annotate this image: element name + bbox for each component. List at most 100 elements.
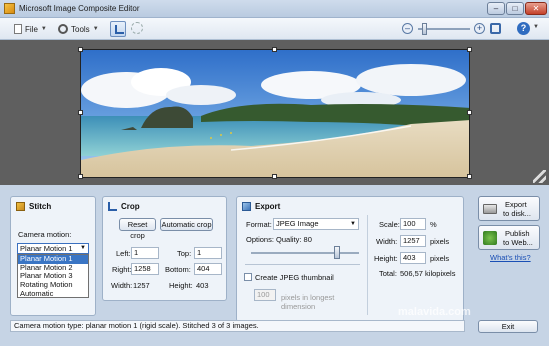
help-icon[interactable]: ? — [517, 22, 530, 35]
chevron-down-icon: ▼ — [350, 221, 356, 227]
publish-icon — [483, 231, 497, 245]
tools-menu[interactable]: Tools ▼ — [58, 22, 99, 36]
crop-handle[interactable] — [467, 174, 472, 179]
camera-motion-select[interactable]: Planar Motion 1 ▼ — [17, 243, 89, 254]
crop-height-value: 403 — [196, 281, 209, 290]
export-panel: Export Format: JPEG Image ▼ Options: Qua… — [236, 196, 464, 322]
gear-icon — [58, 24, 68, 34]
thumbnail-size-field[interactable]: 100 — [254, 289, 276, 301]
export-total-value: 506,57 kilopixels — [400, 269, 456, 278]
crop-left-field[interactable]: 1 — [131, 247, 159, 259]
thumbnail-hint-2: dimension — [281, 302, 316, 311]
tools-menu-label: Tools — [71, 24, 90, 34]
crop-handle[interactable] — [78, 47, 83, 52]
crop-width-value: 1257 — [133, 281, 150, 290]
zoom-in-button[interactable]: + — [474, 23, 485, 34]
crop-handle[interactable] — [467, 47, 472, 52]
export-scale-label: Scale: — [379, 220, 400, 229]
status-bar: Camera motion type: planar motion 1 (rig… — [10, 320, 465, 332]
publish-line2: to Web... — [503, 238, 533, 247]
crop-panel: Crop Reset crop Automatic crop Left: 1 T… — [102, 196, 227, 301]
format-select[interactable]: JPEG Image ▼ — [273, 218, 359, 230]
fit-to-window-icon[interactable] — [490, 23, 501, 34]
watermark: malavida.com — [398, 306, 471, 318]
chevron-down-icon[interactable]: ▼ — [533, 24, 539, 30]
automatic-crop-button[interactable]: Automatic crop — [160, 218, 213, 231]
thumbnail-hint-1: pixels in longest — [281, 293, 335, 302]
crop-top-field[interactable]: 1 — [194, 247, 222, 259]
divider — [245, 264, 360, 265]
crop-right-label: Right: — [112, 265, 132, 274]
file-icon — [14, 24, 22, 34]
export-total-label: Total: — [379, 269, 397, 278]
file-menu[interactable]: File ▼ — [14, 22, 47, 36]
export-icon — [242, 202, 251, 211]
divider — [367, 215, 368, 315]
format-value: JPEG Image — [276, 219, 319, 228]
camera-motion-option[interactable]: Automatic — [18, 289, 88, 299]
crop-icon — [108, 202, 117, 211]
crop-tool-button[interactable] — [110, 21, 126, 37]
crop-handle[interactable] — [78, 174, 83, 179]
panorama-graphic — [81, 50, 469, 177]
crop-top-label: Top: — [177, 249, 192, 258]
zoom-slider-thumb[interactable] — [422, 23, 427, 35]
settings-area: Stitch Camera motion: Planar Motion 1 ▼ … — [0, 185, 549, 346]
stitch-title: Stitch — [29, 202, 52, 211]
reset-crop-button[interactable]: Reset crop — [119, 218, 156, 240]
window-title: Microsoft Image Composite Editor — [19, 4, 140, 13]
camera-motion-value: Planar Motion 1 — [20, 244, 73, 253]
export-scale-field[interactable]: 100 — [400, 218, 426, 230]
disk-icon — [483, 204, 497, 214]
publish-line1: Publish — [505, 229, 530, 238]
export-to-disk-line2: to disk... — [503, 209, 531, 218]
minimize-button[interactable]: – — [487, 2, 505, 15]
thumbnail-label: Create JPEG thumbnail — [255, 273, 334, 282]
export-height-unit: pixels — [430, 254, 450, 263]
camera-motion-list: Planar Motion 1 Planar Motion 2 Planar M… — [17, 254, 89, 298]
close-button[interactable]: ✕ — [525, 2, 547, 15]
crop-handle[interactable] — [272, 47, 277, 52]
stitch-panel: Stitch Camera motion: Planar Motion 1 ▼ … — [10, 196, 96, 316]
quality-slider-thumb[interactable] — [334, 246, 341, 259]
thumbnail-checkbox[interactable] — [244, 273, 252, 281]
chevron-down-icon: ▼ — [92, 26, 99, 32]
crop-handle[interactable] — [467, 110, 472, 115]
app-icon — [4, 3, 15, 14]
panorama-image — [80, 49, 470, 178]
exit-button[interactable]: Exit — [478, 320, 538, 333]
crop-bottom-label: Bottom: — [165, 265, 191, 274]
export-to-disk-line1: Export — [505, 200, 527, 209]
export-height-field[interactable]: 403 — [400, 252, 426, 264]
toolbar: File ▼ Tools ▼ – + ? ▼ — [0, 18, 549, 40]
export-width-field[interactable]: 1257 — [400, 235, 426, 247]
crop-handle[interactable] — [272, 174, 277, 179]
export-actions: Export to disk... Publish to Web... What… — [472, 196, 547, 276]
export-title: Export — [255, 202, 281, 211]
export-height-label: Height: — [374, 254, 398, 263]
crop-title: Crop — [121, 202, 140, 211]
quality-slider-track[interactable] — [251, 252, 359, 254]
format-label: Format: — [246, 220, 272, 229]
export-scale-unit: % — [430, 220, 437, 229]
lasso-tool-button[interactable] — [131, 22, 143, 34]
zoom-out-button[interactable]: – — [402, 23, 413, 34]
export-width-label: Width: — [376, 237, 398, 246]
export-width-unit: pixels — [430, 237, 450, 246]
stitch-icon — [16, 202, 25, 211]
crop-right-field[interactable]: 1258 — [131, 263, 159, 275]
resize-grip[interactable] — [533, 170, 546, 183]
title-bar: Microsoft Image Composite Editor – □ ✕ — [0, 0, 549, 18]
publish-to-web-button[interactable]: Publish to Web... — [478, 225, 540, 250]
export-to-disk-button[interactable]: Export to disk... — [478, 196, 540, 221]
chevron-down-icon: ▼ — [80, 245, 86, 251]
camera-motion-label: Camera motion: — [18, 230, 72, 239]
crop-handle[interactable] — [78, 110, 83, 115]
crop-height-label: Height: — [169, 281, 193, 290]
crop-bottom-field[interactable]: 404 — [194, 263, 222, 275]
image-canvas[interactable] — [0, 40, 549, 185]
maximize-button[interactable]: □ — [506, 2, 524, 15]
crop-left-label: Left: — [116, 249, 131, 258]
whats-this-link[interactable]: What's this? — [490, 253, 531, 262]
file-menu-label: File — [25, 24, 38, 34]
